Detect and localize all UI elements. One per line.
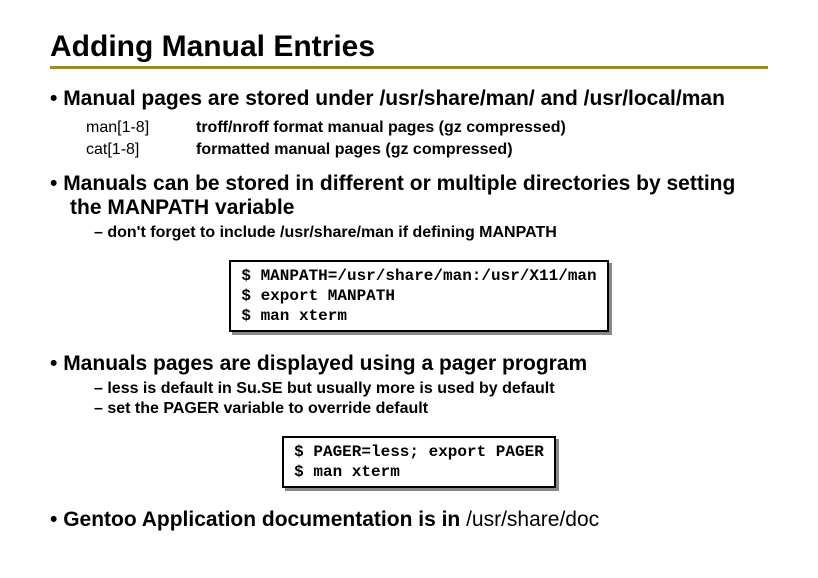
bullet-text: Manuals can be stored in different or mu…	[63, 172, 735, 219]
bullet-text-prefix: Gentoo Application documentation is in	[63, 508, 466, 531]
bullet-text: Manuals pages are displayed using a page…	[63, 352, 587, 375]
def-desc: formatted manual pages (gz compressed)	[216, 139, 768, 161]
main-bullet-list: Manual pages are stored under /usr/share…	[50, 87, 768, 532]
title-underline	[50, 66, 768, 69]
definition-list: man[1-8] troff/nroff format manual pages…	[106, 117, 768, 162]
sub-bullet: set the PAGER variable to override defau…	[94, 400, 768, 418]
bullet-path: /usr/share/doc	[466, 508, 599, 531]
def-row: man[1-8] troff/nroff format manual pages…	[106, 117, 768, 139]
sub-bullet-text: less is default in Su.SE but usually mor…	[107, 380, 554, 397]
sub-bullet-text: set the PAGER variable to override defau…	[107, 400, 428, 417]
slide-title: Adding Manual Entries	[50, 30, 768, 64]
bullet-pager: Manuals pages are displayed using a page…	[50, 352, 768, 500]
sub-bullet-list: less is default in Su.SE but usually mor…	[94, 380, 768, 418]
bullet-manpath: Manuals can be stored in different or mu…	[50, 172, 768, 344]
sub-bullet: don't forget to include /usr/share/man i…	[94, 224, 768, 242]
sub-bullet: less is default in Su.SE but usually mor…	[94, 380, 768, 398]
code-block-manpath: $ MANPATH=/usr/share/man:/usr/X11/man $ …	[229, 260, 608, 332]
bullet-text: Manual pages are stored under /usr/share…	[63, 87, 725, 110]
sub-bullet-text: don't forget to include /usr/share/man i…	[107, 224, 556, 241]
sub-bullet-list: don't forget to include /usr/share/man i…	[94, 224, 768, 242]
bullet-gentoo-doc: Gentoo Application documentation is in /…	[50, 508, 768, 532]
code-block-pager: $ PAGER=less; export PAGER $ man xterm	[282, 436, 556, 488]
bullet-storage-paths: Manual pages are stored under /usr/share…	[50, 87, 768, 162]
def-desc: troff/nroff format manual pages (gz comp…	[216, 117, 768, 139]
def-row: cat[1-8] formatted manual pages (gz comp…	[106, 139, 768, 161]
